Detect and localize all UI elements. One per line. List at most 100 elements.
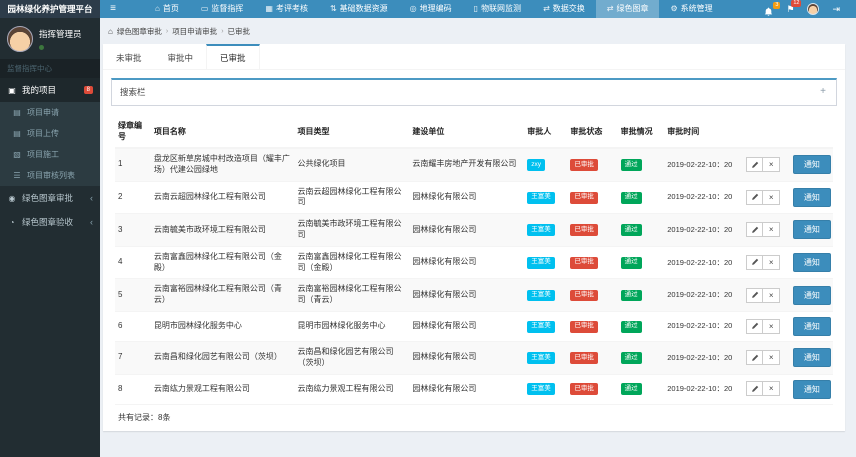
edit-button[interactable] — [746, 288, 763, 303]
status-badge: 已审批 — [570, 352, 598, 364]
cell-project-name: 云南云超园林绿化工程有限公司 — [151, 181, 295, 214]
cell-status: 已审批 — [567, 214, 617, 247]
sidebar-subitem-项目上传[interactable]: ▤项目上传 — [0, 123, 100, 144]
edit-button[interactable] — [746, 190, 763, 205]
cell-project-type: 昆明市园林绿化服务中心 — [295, 311, 410, 341]
sidebar-subitem-label: 项目申请 — [27, 107, 59, 118]
breadcrumb-item[interactable]: 项目申请审批 — [172, 26, 217, 37]
sidebar-link-绿色图章验收[interactable]: ◔绿色图章验收‹ — [0, 210, 100, 234]
cell-actions: × — [743, 374, 790, 404]
nav-item-监督指挥[interactable]: ▭监督指挥 — [190, 0, 255, 18]
sidebar-subitem-项目施工[interactable]: ▧项目施工 — [0, 144, 100, 165]
column-header-审批状态: 审批状态 — [567, 115, 617, 148]
cell-project-name: 云南昌和绿化园艺有限公司（茨坝） — [151, 341, 295, 374]
breadcrumb-item[interactable]: 已审批 — [228, 26, 251, 37]
tab-审批中[interactable]: 审批中 — [155, 44, 207, 69]
status-badge: 已审批 — [570, 257, 598, 269]
notify-button[interactable]: 通知 — [793, 317, 831, 336]
cell-project-type: 公共绿化项目 — [295, 148, 410, 181]
notify-button[interactable]: 通知 — [793, 380, 831, 399]
delete-button[interactable]: × — [763, 288, 780, 303]
nav-item-label: 系统管理 — [681, 0, 713, 18]
approver-badge: 王富美 — [527, 257, 555, 269]
nav-item-地理编码[interactable]: ◎地理编码 — [399, 0, 463, 18]
edit-button[interactable] — [746, 381, 763, 396]
sidebar-item-我的项目: ▣我的项目8▤项目申请▤项目上传▧项目施工☰项目审核列表 — [0, 78, 100, 186]
cell-approver: 王富美 — [524, 279, 567, 312]
status-badge: 已审批 — [570, 192, 598, 204]
edit-button[interactable] — [746, 157, 763, 172]
result-badge: 通过 — [621, 321, 642, 333]
row-action-group: × — [746, 255, 780, 270]
expand-panel-button[interactable]: + — [818, 88, 828, 96]
delete-button[interactable]: × — [763, 255, 780, 270]
cell-seal-number: 5 — [115, 279, 151, 312]
nav-item-数据交换[interactable]: ⇄数据交换 — [532, 0, 596, 18]
user-panel: 指挥管理员 — [0, 18, 100, 59]
delete-button[interactable]: × — [763, 381, 780, 396]
sidebar-toggle-icon[interactable]: ≡ — [100, 0, 126, 18]
edit-button[interactable] — [746, 255, 763, 270]
row-action-group: × — [746, 288, 780, 303]
breadcrumb-item[interactable]: 绿色图章审批 — [117, 26, 162, 37]
table-body: 1盘龙区新草房城中村改造项目（耀丰广场）代建公园绿地公共绿化项目云南耀丰房地产开… — [115, 148, 833, 404]
tab-已审批[interactable]: 已审批 — [206, 44, 260, 69]
cell-build-org: 园林绿化有限公司 — [409, 181, 524, 214]
delete-button[interactable]: × — [763, 190, 780, 205]
sidebar-subitem-项目审核列表[interactable]: ☰项目审核列表 — [0, 165, 100, 186]
tab-未审批[interactable]: 未审批 — [103, 44, 155, 69]
edit-button[interactable] — [746, 350, 763, 365]
nav-item-考评考核[interactable]: ▦考评考核 — [254, 0, 319, 18]
nav-item-物联网监测[interactable]: ▯物联网监测 — [463, 0, 532, 18]
nav-item-label: 数据交换 — [553, 0, 585, 18]
nav-item-label: 绿色图章 — [616, 0, 648, 18]
user-avatar[interactable] — [807, 3, 819, 15]
notify-button[interactable]: 通知 — [793, 220, 831, 239]
delete-button[interactable]: × — [763, 222, 780, 237]
approver-badge: 王富美 — [527, 290, 555, 302]
notify-button[interactable]: 通知 — [793, 348, 831, 367]
table-header-row: 绿章编号项目名称项目类型建设单位审批人审批状态审批情况审批时间 — [115, 115, 833, 148]
laptop-icon: ▣ — [7, 86, 17, 95]
cell-project-type: 云南富鑫园林绿化工程有限公司（金殿） — [295, 246, 410, 279]
notify-button[interactable]: 通知 — [793, 286, 831, 305]
delete-button[interactable]: × — [763, 319, 780, 334]
notify-button[interactable]: 通知 — [793, 155, 831, 174]
nav-item-首页[interactable]: ⌂首页 — [144, 0, 190, 18]
sidebar-avatar[interactable] — [7, 26, 33, 52]
sidebar-badge: 8 — [84, 86, 93, 94]
nav-item-基础数据资源[interactable]: ⇅基础数据资源 — [319, 0, 399, 18]
data-exchange-icon: ⇄ — [543, 0, 550, 18]
edit-button[interactable] — [746, 222, 763, 237]
notify-button[interactable]: 通知 — [793, 253, 831, 272]
cell-status: 已审批 — [567, 341, 617, 374]
delete-button[interactable]: × — [763, 350, 780, 365]
row-action-group: × — [746, 222, 780, 237]
sidebar-link-我的项目[interactable]: ▣我的项目8 — [0, 78, 100, 102]
green-stamp-icon: ⇄ — [607, 0, 614, 18]
delete-button[interactable]: × — [763, 157, 780, 172]
sidebar-subitem-项目申请[interactable]: ▤项目申请 — [0, 102, 100, 123]
status-badge: 已审批 — [570, 383, 598, 395]
cell-status: 已审批 — [567, 279, 617, 312]
close-icon: × — [769, 290, 774, 301]
cell-result: 通过 — [618, 181, 665, 214]
sidebar-link-绿色图章审批[interactable]: ◉绿色图章审批‹ — [0, 186, 100, 210]
nav-item-label: 首页 — [163, 0, 179, 18]
cell-result: 通过 — [618, 148, 665, 181]
bell-icon — [764, 7, 773, 16]
cell-approve-time: 2019-02-22-10：20 — [664, 279, 743, 312]
cell-project-name: 云南纮力景观工程有限公司 — [151, 374, 295, 404]
logout-button[interactable]: ⇥ — [832, 0, 840, 18]
nav-item-系统管理[interactable]: ⚙系统管理 — [659, 0, 723, 18]
cell-seal-number: 3 — [115, 214, 151, 247]
breadcrumb-separator: › — [166, 28, 168, 35]
edit-button[interactable] — [746, 319, 763, 334]
cell-seal-number: 7 — [115, 341, 151, 374]
submenu-我的项目: ▤项目申请▤项目上传▧项目施工☰项目审核列表 — [0, 102, 100, 186]
notify-button[interactable]: 通知 — [793, 188, 831, 207]
approval-table-wrap: 绿章编号项目名称项目类型建设单位审批人审批状态审批情况审批时间 1盘龙区新草房城… — [111, 115, 837, 405]
messages-button[interactable]: ⚑ 12 — [786, 0, 794, 18]
notifications-button[interactable]: 3 — [764, 2, 773, 16]
nav-item-绿色图章[interactable]: ⇄绿色图章 — [596, 0, 660, 18]
